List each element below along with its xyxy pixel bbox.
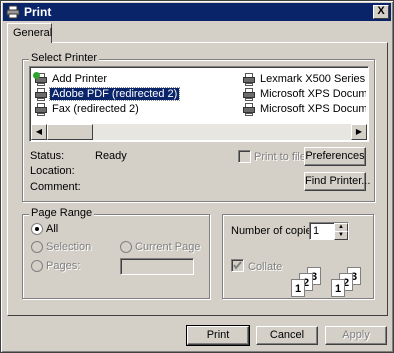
printer-item-adobe-pdf[interactable]: Adobe PDF (redirected 2) bbox=[34, 87, 181, 101]
print-to-file-label: Print to file bbox=[254, 151, 306, 163]
printer-icon bbox=[242, 72, 256, 86]
window-title: Print bbox=[24, 5, 52, 19]
current-page-label: Current Page bbox=[135, 241, 201, 253]
printer-icon bbox=[242, 87, 256, 101]
location-label: Location: bbox=[30, 165, 75, 177]
printer-item-add-printer[interactable]: Add Printer bbox=[33, 71, 109, 86]
pages-input[interactable] bbox=[120, 258, 194, 275]
printer-item-lexmark[interactable]: Lexmark X500 Series bbox=[242, 72, 367, 86]
print-button[interactable]: Print bbox=[186, 325, 250, 346]
selection-label: Selection bbox=[46, 241, 92, 253]
decrement-button[interactable]: ▼ bbox=[334, 231, 348, 240]
print-dialog: Print X General Select Printer Add Print… bbox=[0, 0, 394, 353]
scroll-thumb[interactable] bbox=[47, 124, 93, 140]
print-to-file-checkbox[interactable] bbox=[238, 150, 251, 163]
all-label: All bbox=[46, 223, 59, 235]
status-label: Status: bbox=[30, 150, 65, 162]
close-button[interactable]: X bbox=[373, 5, 389, 19]
cancel-button[interactable]: Cancel bbox=[256, 326, 318, 345]
printer-name: Adobe PDF (redirected 2) bbox=[48, 87, 181, 101]
apply-button-label: Apply bbox=[342, 329, 370, 341]
preferences-button[interactable]: Preferences bbox=[304, 147, 366, 166]
printer-name: Microsoft XPS Document W bbox=[260, 88, 366, 100]
all-radio[interactable] bbox=[31, 223, 43, 235]
pages-radio[interactable] bbox=[31, 260, 43, 272]
printer-list[interactable]: Add Printer Adobe PDF (redirected 2) Fax… bbox=[29, 66, 369, 142]
horizontal-scrollbar[interactable]: ◀ ▶ bbox=[31, 124, 367, 140]
cancel-button-label: Cancel bbox=[269, 329, 305, 341]
title-bar[interactable]: Print X bbox=[3, 3, 391, 21]
arrow-up-icon: ▲ bbox=[338, 224, 344, 230]
copies-value: 1 bbox=[313, 225, 320, 237]
apply-button[interactable]: Apply bbox=[325, 326, 387, 345]
pages-label: Pages: bbox=[46, 260, 81, 272]
scroll-right-button[interactable]: ▶ bbox=[351, 124, 367, 140]
fax-icon bbox=[34, 102, 48, 116]
add-printer-icon bbox=[33, 71, 48, 86]
print-button-label: Print bbox=[206, 329, 230, 341]
printer-icon bbox=[34, 87, 48, 101]
find-printer-button[interactable]: Find Printer... bbox=[304, 172, 370, 191]
scroll-left-button[interactable]: ◀ bbox=[31, 124, 47, 140]
printer-icon bbox=[242, 102, 256, 116]
current-page-radio[interactable] bbox=[120, 241, 132, 253]
printer-item-xps-2[interactable]: Microsoft XPS Document W bbox=[242, 102, 366, 116]
arrow-left-icon: ◀ bbox=[35, 127, 43, 136]
printer-name: Lexmark X500 Series bbox=[260, 73, 366, 85]
arrow-right-icon: ▶ bbox=[355, 127, 363, 136]
printer-name: Add Printer bbox=[52, 73, 108, 85]
collate-sheet-1: 1 bbox=[331, 279, 345, 297]
tab-general-label: General bbox=[13, 27, 53, 39]
printer-item-xps-1[interactable]: Microsoft XPS Document W bbox=[242, 87, 366, 101]
tab-general[interactable]: General bbox=[7, 23, 52, 43]
arrow-down-icon: ▼ bbox=[338, 232, 344, 238]
status-value: Ready bbox=[95, 150, 127, 162]
selection-radio[interactable] bbox=[31, 241, 43, 253]
printer-name: Fax (redirected 2) bbox=[52, 103, 139, 115]
copies-label: Number of copies: bbox=[231, 225, 321, 237]
preferences-button-label: Preferences bbox=[305, 150, 365, 162]
printer-name: Microsoft XPS Document W bbox=[260, 103, 366, 115]
printer-item-fax[interactable]: Fax (redirected 2) bbox=[34, 102, 141, 116]
find-printer-button-label: Find Printer... bbox=[305, 175, 371, 187]
check-icon bbox=[233, 261, 242, 270]
comment-label: Comment: bbox=[30, 181, 81, 193]
printer-icon bbox=[6, 5, 20, 19]
collate-checkbox[interactable] bbox=[231, 259, 244, 272]
select-printer-label: Select Printer bbox=[29, 52, 100, 64]
page-range-label: Page Range bbox=[29, 207, 95, 219]
close-icon: X bbox=[377, 5, 385, 17]
collate-label: Collate bbox=[248, 261, 283, 273]
collate-sheet-1: 1 bbox=[291, 279, 305, 297]
copies-stepper[interactable]: 1 ▲ ▼ bbox=[309, 222, 349, 240]
